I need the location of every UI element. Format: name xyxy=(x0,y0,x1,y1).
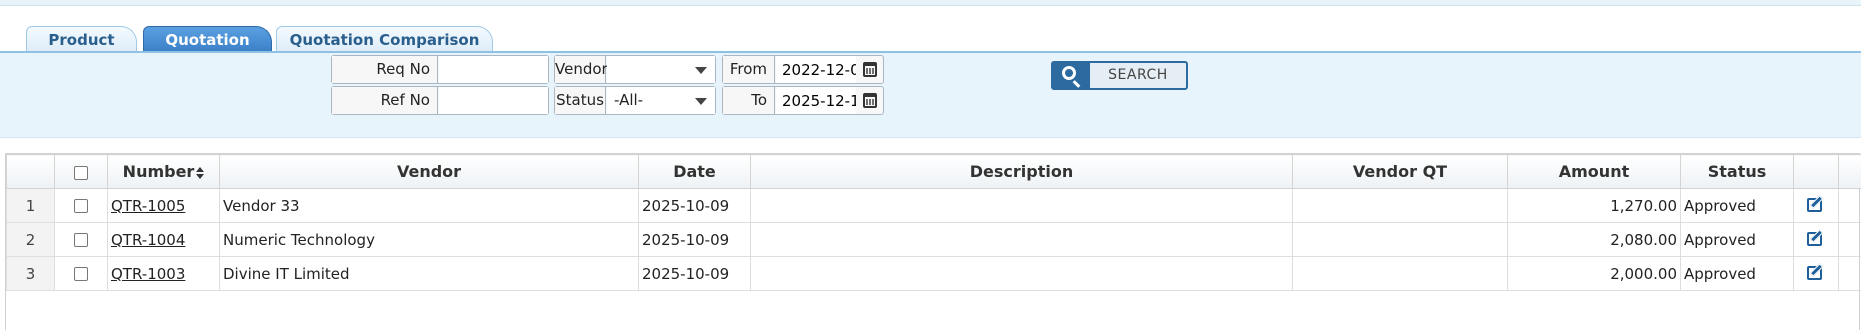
vendor-select[interactable] xyxy=(607,56,715,83)
vendor-cell: Vendor 33 xyxy=(219,188,639,223)
date-cell: 2025-10-09 xyxy=(638,256,751,291)
column-header-amount[interactable]: Amount xyxy=(1507,154,1681,189)
select-all-header xyxy=(54,154,108,189)
column-header-number[interactable]: Number xyxy=(107,154,220,189)
row-checkbox[interactable] xyxy=(74,267,88,281)
row-select-cell xyxy=(54,256,108,291)
column-header-vendor[interactable]: Vendor xyxy=(219,154,639,189)
status-cell: Approved xyxy=(1680,222,1794,257)
row-select-cell xyxy=(54,222,108,257)
column-header-scroll-spacer xyxy=(1838,154,1861,189)
column-header-description[interactable]: Description xyxy=(750,154,1293,189)
sort-icon[interactable] xyxy=(196,166,205,179)
tab-quotation-comparison[interactable]: Quotation Comparison xyxy=(276,26,493,53)
tab-product[interactable]: Product xyxy=(26,26,137,53)
rownum-header xyxy=(6,154,55,189)
spacer-cell xyxy=(1838,256,1861,291)
ref-no-input[interactable] xyxy=(439,87,548,114)
from-date-field: From xyxy=(722,55,884,84)
top-strip xyxy=(0,0,1861,6)
table-row: 3 QTR-1003 Divine IT Limited 2025-10-09 … xyxy=(6,256,1861,291)
column-header-vendor-qt[interactable]: Vendor QT xyxy=(1292,154,1508,189)
table-header-row: Number Vendor Date Description Vendor QT… xyxy=(6,154,1861,189)
quotation-number-link[interactable]: QTR-1005 xyxy=(111,197,185,215)
amount-cell: 2,000.00 xyxy=(1507,256,1681,291)
chevron-down-icon xyxy=(695,67,707,74)
req-no-input[interactable] xyxy=(439,56,548,83)
vendor-cell: Divine IT Limited xyxy=(219,256,639,291)
vendor-field: Vendor xyxy=(554,55,716,84)
to-date-input[interactable] xyxy=(776,87,856,114)
status-field: Status -All- xyxy=(554,86,716,115)
description-cell xyxy=(750,188,1293,223)
actions-cell xyxy=(1793,188,1839,223)
row-number: 3 xyxy=(6,256,55,291)
date-cell: 2025-10-09 xyxy=(638,222,751,257)
search-button[interactable]: SEARCH xyxy=(1051,61,1188,90)
to-date-field: To xyxy=(722,86,884,115)
spacer-cell xyxy=(1838,188,1861,223)
row-number: 1 xyxy=(6,188,55,223)
edit-icon[interactable] xyxy=(1806,263,1826,280)
status-cell: Approved xyxy=(1680,256,1794,291)
quotation-number-link[interactable]: QTR-1004 xyxy=(111,231,185,249)
req-no-field: Req No xyxy=(331,55,549,84)
from-date-input[interactable] xyxy=(776,56,856,83)
quotation-number-cell: QTR-1004 xyxy=(107,222,220,257)
ref-no-field: Ref No xyxy=(331,86,549,115)
status-cell: Approved xyxy=(1680,188,1794,223)
ref-no-label: Ref No xyxy=(332,87,438,114)
column-header-number-label: Number xyxy=(122,162,195,181)
search-icon xyxy=(1062,66,1076,80)
tab-quotation[interactable]: Quotation xyxy=(143,26,272,53)
quotation-number-cell: QTR-1005 xyxy=(107,188,220,223)
column-header-status[interactable]: Status xyxy=(1680,154,1794,189)
quotation-number-link[interactable]: QTR-1003 xyxy=(111,265,185,283)
search-button-label: SEARCH xyxy=(1108,67,1168,83)
filter-panel: Req No Ref No Vendor Status -All- From T… xyxy=(0,53,1861,138)
vendor-qt-cell xyxy=(1292,256,1508,291)
table-row: 1 QTR-1005 Vendor 33 2025-10-09 1,270.00… xyxy=(6,188,1861,223)
status-label: Status xyxy=(555,87,606,114)
quotation-grid: Number Vendor Date Description Vendor QT… xyxy=(5,153,1861,330)
quotation-table: Number Vendor Date Description Vendor QT… xyxy=(6,154,1861,291)
req-no-label: Req No xyxy=(332,56,438,83)
edit-icon[interactable] xyxy=(1806,229,1826,246)
amount-cell: 2,080.00 xyxy=(1507,222,1681,257)
to-label: To xyxy=(723,87,775,114)
calendar-icon[interactable] xyxy=(863,93,877,108)
calendar-icon[interactable] xyxy=(863,62,877,77)
vendor-label: Vendor xyxy=(555,56,608,83)
status-select-value: -All- xyxy=(614,91,644,109)
edit-icon[interactable] xyxy=(1806,195,1826,212)
spacer-cell xyxy=(1838,222,1861,257)
vendor-cell: Numeric Technology xyxy=(219,222,639,257)
vendor-qt-cell xyxy=(1292,222,1508,257)
column-header-date[interactable]: Date xyxy=(638,154,751,189)
tab-bar: Product Quotation Quotation Comparison xyxy=(0,24,1861,53)
chevron-down-icon xyxy=(695,98,707,105)
date-cell: 2025-10-09 xyxy=(638,188,751,223)
row-select-cell xyxy=(54,188,108,223)
quotation-number-cell: QTR-1003 xyxy=(107,256,220,291)
row-checkbox[interactable] xyxy=(74,233,88,247)
select-all-checkbox[interactable] xyxy=(74,165,88,180)
table-row: 2 QTR-1004 Numeric Technology 2025-10-09… xyxy=(6,222,1861,257)
vendor-qt-cell xyxy=(1292,188,1508,223)
description-cell xyxy=(750,256,1293,291)
amount-cell: 1,270.00 xyxy=(1507,188,1681,223)
row-checkbox[interactable] xyxy=(74,199,88,213)
status-select[interactable]: -All- xyxy=(607,87,715,114)
from-label: From xyxy=(723,56,775,83)
actions-cell xyxy=(1793,256,1839,291)
description-cell xyxy=(750,222,1293,257)
column-header-actions xyxy=(1793,154,1839,189)
row-number: 2 xyxy=(6,222,55,257)
search-icon-wrap xyxy=(1053,63,1090,88)
actions-cell xyxy=(1793,222,1839,257)
